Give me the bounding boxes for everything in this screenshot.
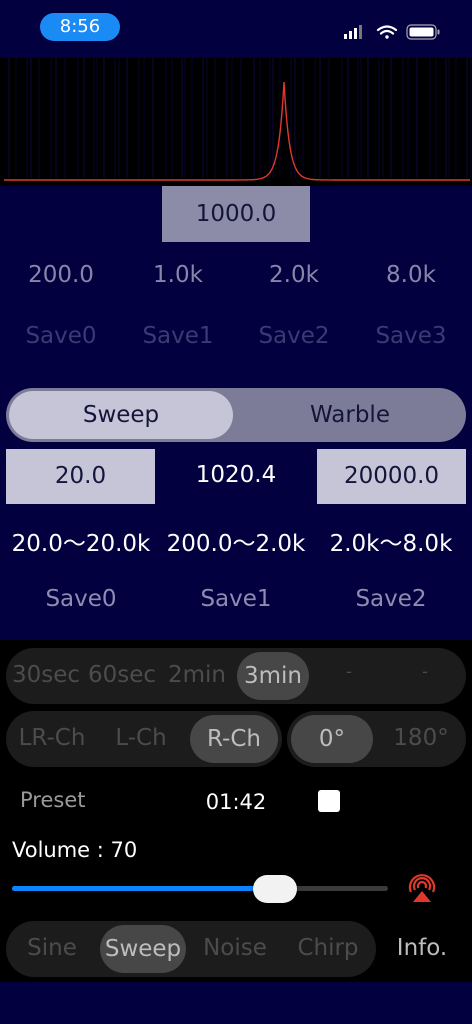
sweep-range-2[interactable]: 2.0k～8.0k (314, 524, 468, 558)
sweep-save-2[interactable]: Save2 (314, 586, 468, 612)
duration-3min[interactable]: 3min (237, 652, 309, 700)
tone-save-0[interactable]: Save0 (6, 323, 116, 349)
frequency-field[interactable]: 1000.0 (162, 186, 310, 242)
duration-30sec[interactable]: 30sec (10, 662, 82, 688)
sweep-range-0[interactable]: 20.0～20.0k (4, 524, 158, 558)
mode-chirp[interactable]: Chirp (285, 935, 371, 961)
preset-8k[interactable]: 8.0k (356, 262, 466, 288)
info-button[interactable]: Info. (384, 935, 460, 961)
volume-slider-fill (12, 886, 276, 891)
tone-save-1[interactable]: Save1 (123, 323, 233, 349)
airplay-icon[interactable] (404, 871, 440, 903)
sweep-range-1[interactable]: 200.0～2.0k (160, 524, 312, 558)
duration-empty-2[interactable]: - (390, 662, 460, 681)
status-time: 8:56 (40, 13, 120, 41)
status-icons (344, 24, 440, 40)
preset-200[interactable]: 200.0 (6, 262, 116, 288)
phase-0[interactable]: 0° (291, 715, 373, 763)
sweep-start-field[interactable]: 20.0 (6, 449, 155, 504)
stop-icon[interactable] (318, 790, 340, 812)
preset-1k[interactable]: 1.0k (123, 262, 233, 288)
tone-save-3[interactable]: Save3 (356, 323, 466, 349)
tab-warble[interactable]: Warble (240, 391, 460, 439)
tab-sweep[interactable]: Sweep (9, 391, 233, 439)
mode-noise[interactable]: Noise (192, 935, 278, 961)
sweep-save-0[interactable]: Save0 (4, 586, 158, 612)
channel-l[interactable]: L-Ch (100, 725, 182, 751)
duration-empty-1[interactable]: - (314, 662, 384, 681)
spectrum-analyzer (0, 58, 472, 186)
spectrum-trace (4, 81, 470, 181)
preset-label[interactable]: Preset (20, 788, 85, 812)
battery-icon (406, 24, 440, 40)
spectrum-grid (8, 58, 472, 178)
channel-r[interactable]: R-Ch (190, 715, 278, 763)
elapsed-timer: 01:42 (205, 790, 267, 814)
duration-2min[interactable]: 2min (162, 662, 232, 688)
volume-slider-thumb[interactable] (253, 875, 298, 903)
mode-sweep[interactable]: Sweep (100, 925, 186, 973)
channel-lr[interactable]: LR-Ch (12, 725, 92, 751)
signal-icon (344, 25, 362, 39)
bottom-bar (0, 982, 472, 1024)
phase-180[interactable]: 180° (380, 725, 462, 751)
sweep-end-field[interactable]: 20000.0 (317, 449, 466, 504)
volume-label: Volume : 70 (12, 838, 138, 862)
duration-60sec[interactable]: 60sec (86, 662, 158, 688)
sweep-save-1[interactable]: Save1 (160, 586, 312, 612)
preset-2k[interactable]: 2.0k (239, 262, 349, 288)
volume-slider[interactable] (12, 886, 388, 891)
sweep-current-frequency: 1020.4 (195, 462, 277, 488)
wifi-icon (376, 25, 398, 39)
tone-save-2[interactable]: Save2 (239, 323, 349, 349)
mode-sine[interactable]: Sine (12, 935, 92, 961)
